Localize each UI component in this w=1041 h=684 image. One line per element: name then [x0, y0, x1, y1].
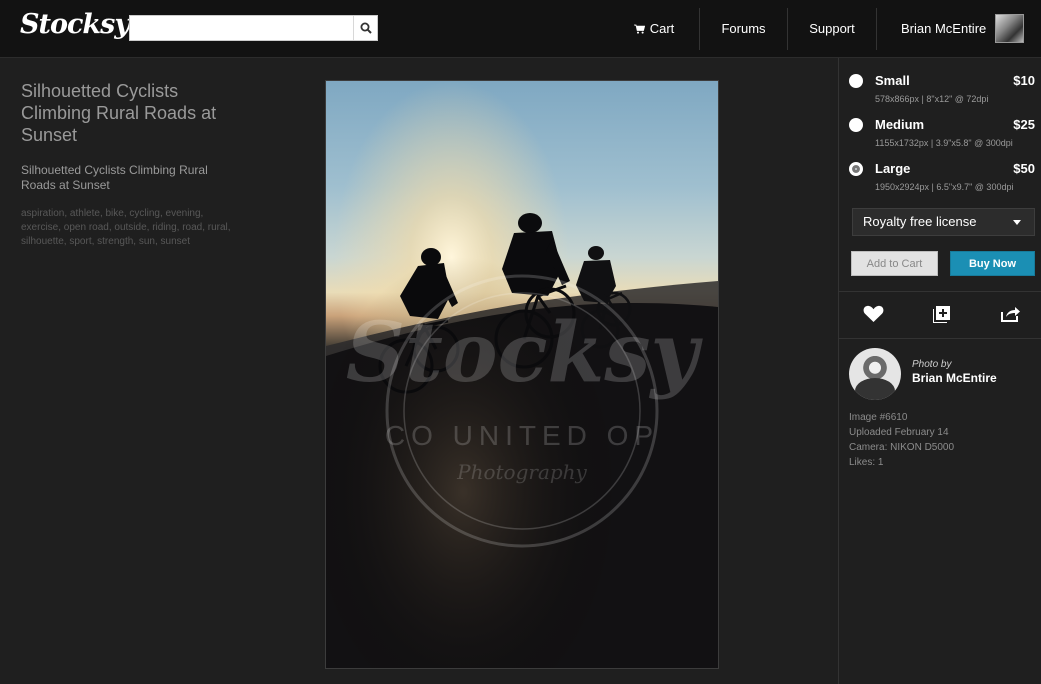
size-option-small[interactable]: Small $10 578x866px | 8"x12" @ 72dpi: [849, 70, 1035, 110]
user-name: Brian McEntire: [901, 21, 987, 36]
heart-icon: [863, 305, 883, 322]
size-spec: 1155x1732px | 3.9"x5.8" @ 300dpi: [875, 138, 1013, 148]
search-icon: [360, 22, 372, 34]
support-link[interactable]: Support: [788, 0, 876, 57]
chevron-down-icon: [1013, 220, 1021, 225]
size-name: Medium: [875, 117, 925, 132]
user-menu[interactable]: Brian McEntire: [877, 0, 1041, 57]
main-photo[interactable]: Stocksy CO UNITED OP Photography: [325, 80, 719, 669]
image-id: Image #6610: [849, 412, 908, 423]
share-button[interactable]: [999, 303, 1021, 325]
user-avatar: [995, 14, 1025, 43]
divider: [839, 338, 1041, 339]
size-price: $25: [1013, 117, 1035, 132]
upload-date: Uploaded February 14: [849, 427, 949, 438]
buy-now-button[interactable]: Buy Now: [950, 251, 1035, 276]
size-spec: 1950x2924px | 6.5"x9.7" @ 300dpi: [875, 182, 1014, 192]
camera-info: Camera: NIKON D5000: [849, 442, 955, 453]
photo-by-label: Photo by: [912, 359, 952, 370]
watermark-ring-text: CO UNITED OP: [385, 420, 659, 451]
search-input[interactable]: [130, 16, 354, 40]
search-box: [129, 15, 378, 41]
license-label: Royalty free license: [863, 214, 977, 229]
size-spec: 578x866px | 8"x12" @ 72dpi: [875, 94, 989, 104]
license-select[interactable]: Royalty free license: [852, 208, 1035, 236]
size-name: Large: [875, 161, 911, 176]
image-tags: aspiration, athlete, bike, cycling, even…: [21, 208, 231, 247]
watermark-brand: Stocksy: [346, 305, 704, 401]
size-price: $50: [1013, 161, 1035, 176]
add-to-collection-icon: [932, 305, 950, 323]
radio-small[interactable]: [849, 74, 863, 88]
image-description: Silhouetted Cyclists Climbing Rural Road…: [21, 163, 208, 192]
stocksy-logo[interactable]: Stocksy: [20, 9, 130, 40]
cart-link[interactable]: Cart: [609, 0, 699, 57]
add-to-collection-button[interactable]: [930, 303, 952, 325]
divider: [839, 291, 1041, 292]
add-to-cart-button[interactable]: Add to Cart: [851, 251, 938, 276]
size-price: $10: [1013, 73, 1035, 88]
like-button[interactable]: [862, 303, 884, 325]
cart-icon: [633, 24, 645, 34]
forums-link[interactable]: Forums: [700, 0, 787, 57]
top-nav: Cart Forums Support Brian McEntire: [609, 0, 1041, 57]
search-button[interactable]: [353, 16, 377, 40]
photographer-avatar[interactable]: [849, 348, 901, 400]
photo-image: Stocksy CO UNITED OP Photography: [326, 81, 718, 668]
share-icon: [1000, 307, 1020, 322]
size-option-large[interactable]: Large $50 1950x2924px | 6.5"x9.7" @ 300d…: [849, 158, 1035, 198]
photographer-name[interactable]: Brian McEntire: [912, 371, 997, 385]
purchase-sidebar: Small $10 578x866px | 8"x12" @ 72dpi Med…: [838, 58, 1041, 684]
radio-medium[interactable]: [849, 118, 863, 132]
image-title: Silhouetted Cyclists Climbing Rural Road…: [21, 81, 217, 145]
size-option-medium[interactable]: Medium $25 1155x1732px | 3.9"x5.8" @ 300…: [849, 114, 1035, 154]
watermark-sub: Photography: [456, 460, 587, 484]
top-bar: Stocksy Cart Forums Support Brian McEnti…: [0, 0, 1041, 58]
likes-count: Likes: 1: [849, 457, 884, 468]
size-name: Small: [875, 73, 910, 88]
radio-large[interactable]: [849, 162, 863, 176]
cart-label: Cart: [649, 21, 675, 36]
